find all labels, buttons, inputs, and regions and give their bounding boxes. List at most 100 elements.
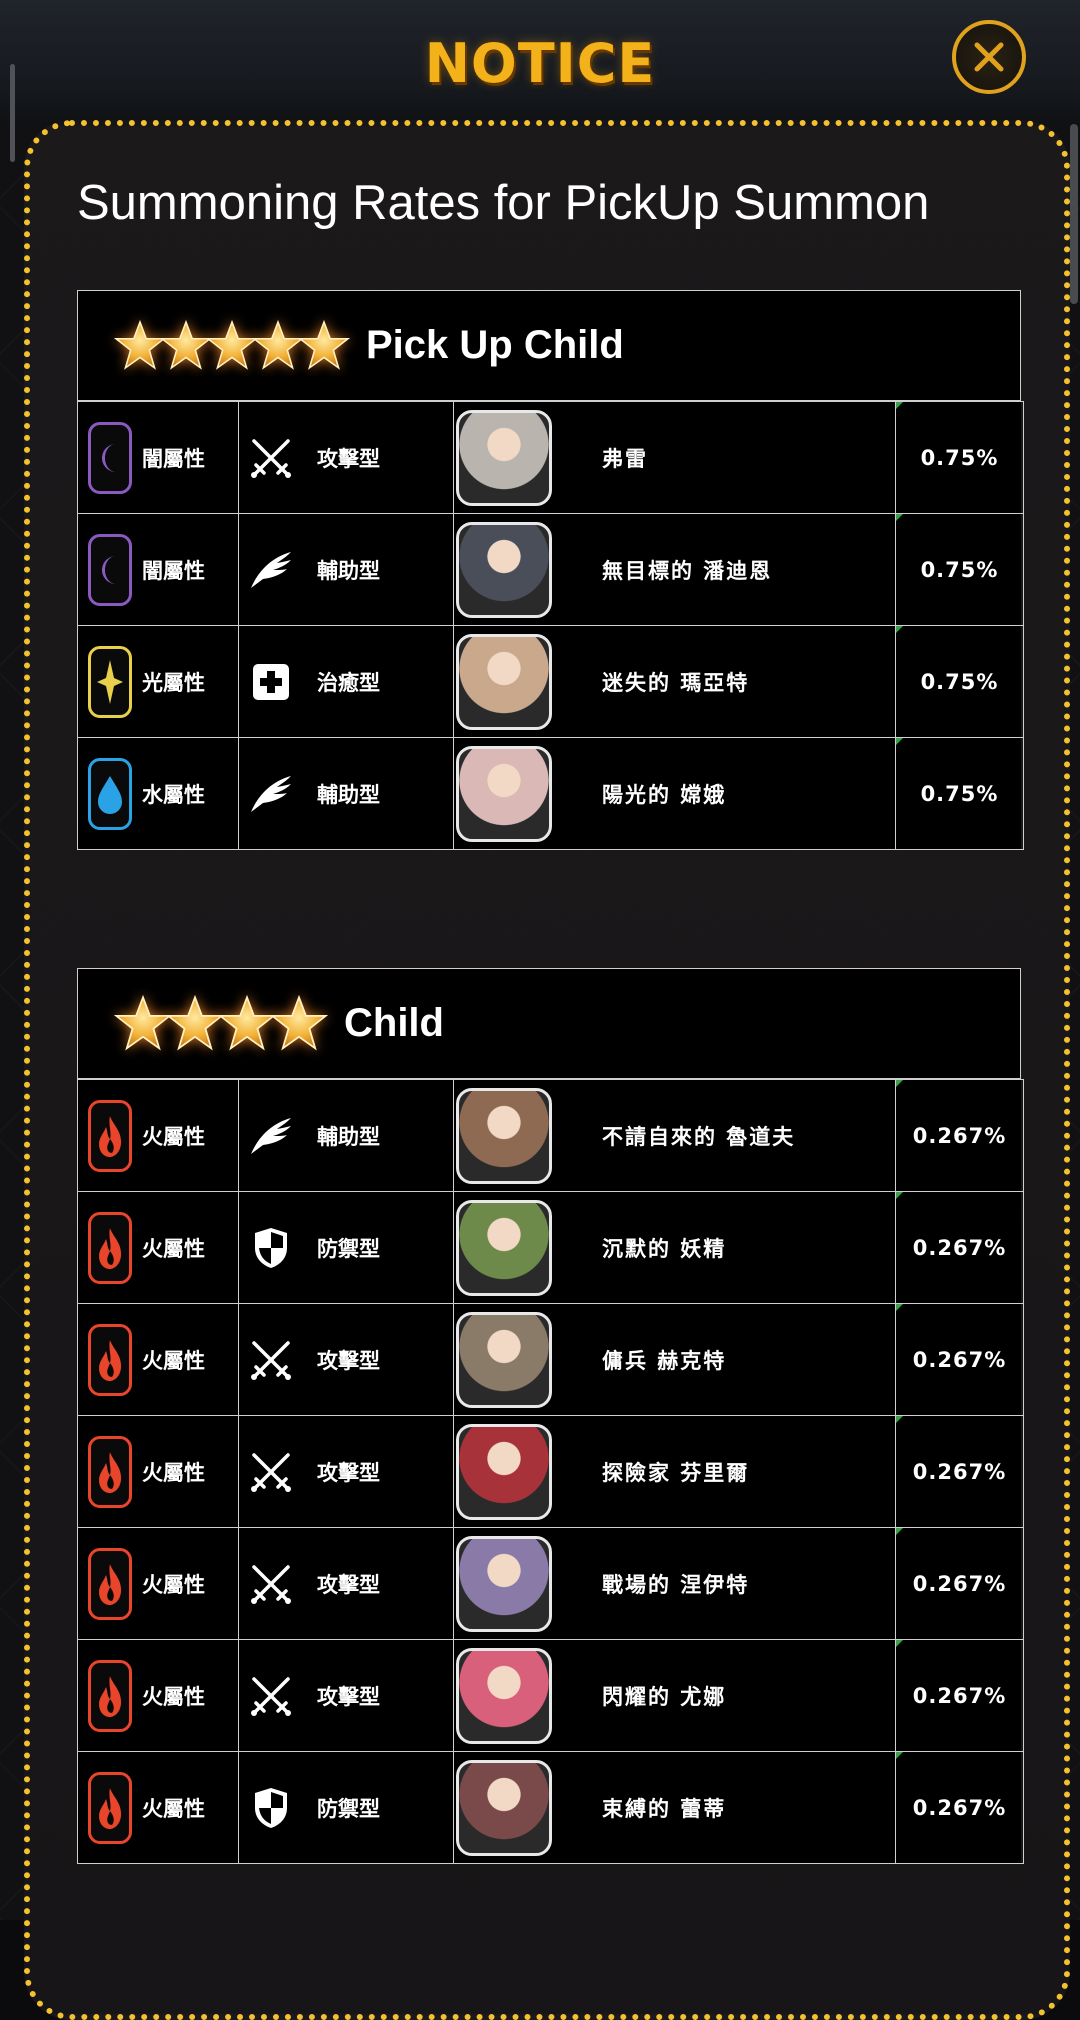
character-name: 探險家 芬里爾 <box>602 1460 750 1485</box>
section-header: Pick Up Child <box>77 290 1021 401</box>
character-cell: 閃耀的 尤娜 <box>453 1639 896 1752</box>
rate-cell: 0.267% <box>895 1415 1024 1528</box>
table-row: 水屬性 輔助型 陽光的 嫦娥 0.75% <box>77 737 1024 850</box>
type-cell: 攻擊型 <box>238 1303 454 1416</box>
attribute-label: 火屬性 <box>142 1572 205 1597</box>
character-cell: 陽光的 嫦娥 <box>453 737 896 850</box>
character-cell: 探險家 芬里爾 <box>453 1415 896 1528</box>
flame-icon <box>88 1211 132 1284</box>
attribute-cell: 火屬性 <box>77 1527 239 1640</box>
rate-value: 0.267% <box>912 1235 1007 1260</box>
star-icon <box>298 319 350 370</box>
type-label: 攻擊型 <box>317 1684 380 1709</box>
rate-cell: 0.75% <box>895 737 1024 850</box>
rate-cell: 0.267% <box>895 1527 1024 1640</box>
character-cell: 無目標的 潘迪恩 <box>453 513 896 626</box>
attribute-cell: 闇屬性 <box>77 401 239 514</box>
character-portrait <box>456 521 552 618</box>
flame-icon <box>88 1435 132 1508</box>
flame-icon <box>88 1547 132 1620</box>
character-cell: 戰場的 涅伊特 <box>453 1527 896 1640</box>
crossed-swords-icon <box>247 1448 295 1496</box>
section-child: Child 火屬性 輔助型 不請自來的 魯道夫 0.267% 火屬性 防禦型 沉… <box>77 968 1024 1864</box>
character-name: 束縛的 蕾蒂 <box>602 1796 727 1821</box>
table-row: 火屬性 攻擊型 閃耀的 尤娜 0.267% <box>77 1639 1024 1752</box>
medical-cross-icon <box>247 658 295 706</box>
rate-value: 0.267% <box>912 1459 1007 1484</box>
character-name: 不請自來的 魯道夫 <box>602 1124 796 1149</box>
rate-value: 0.267% <box>912 1347 1007 1372</box>
table-row: 光屬性 治癒型 迷失的 瑪亞特 0.75% <box>77 625 1024 738</box>
attribute-label: 火屬性 <box>142 1236 205 1261</box>
type-cell: 攻擊型 <box>238 1639 454 1752</box>
rate-value: 0.75% <box>920 557 999 582</box>
star-icon <box>270 994 328 1051</box>
crossed-swords-icon <box>247 1560 295 1608</box>
character-name: 無目標的 潘迪恩 <box>602 558 773 583</box>
cell-marker <box>896 1304 903 1311</box>
type-label: 輔助型 <box>317 782 380 807</box>
character-portrait <box>456 633 552 730</box>
sparkle-icon <box>88 645 132 718</box>
type-label: 輔助型 <box>317 558 380 583</box>
crossed-swords-icon <box>247 1672 295 1720</box>
attribute-label: 火屬性 <box>142 1348 205 1373</box>
character-cell: 傭兵 赫克特 <box>453 1303 896 1416</box>
attribute-cell: 火屬性 <box>77 1303 239 1416</box>
type-cell: 防禦型 <box>238 1751 454 1864</box>
character-portrait <box>456 1647 552 1744</box>
section-header: Child <box>77 968 1021 1079</box>
type-cell: 輔助型 <box>238 737 454 850</box>
character-portrait <box>456 1535 552 1632</box>
character-name: 傭兵 赫克特 <box>602 1348 727 1373</box>
table-row: 火屬性 防禦型 束縛的 蕾蒂 0.267% <box>77 1751 1024 1864</box>
section-title: Child <box>344 1001 444 1045</box>
attribute-cell: 火屬性 <box>77 1415 239 1528</box>
rate-cell: 0.267% <box>895 1079 1024 1192</box>
type-cell: 輔助型 <box>238 513 454 626</box>
type-label: 防禦型 <box>317 1796 380 1821</box>
rate-cell: 0.75% <box>895 513 1024 626</box>
rate-cell: 0.267% <box>895 1751 1024 1864</box>
attribute-cell: 水屬性 <box>77 737 239 850</box>
wing-icon <box>247 546 295 594</box>
cell-marker <box>896 1192 903 1199</box>
rate-value: 0.267% <box>912 1795 1007 1820</box>
rate-cell: 0.75% <box>895 401 1024 514</box>
water-drop-icon <box>88 757 132 830</box>
attribute-cell: 火屬性 <box>77 1079 239 1192</box>
type-label: 攻擊型 <box>317 446 380 471</box>
close-button[interactable] <box>952 20 1026 94</box>
panel-scrollbar[interactable] <box>1070 124 1078 304</box>
flame-icon <box>88 1659 132 1732</box>
character-portrait <box>456 1759 552 1856</box>
star-icon <box>252 319 304 370</box>
rate-cell: 0.75% <box>895 625 1024 738</box>
cell-marker <box>896 626 903 633</box>
character-name: 閃耀的 尤娜 <box>602 1684 727 1709</box>
wing-icon <box>247 770 295 818</box>
section-pickup-child: Pick Up Child 闇屬性 攻擊型 弗雷 0.75% 闇屬性 輔助型 無… <box>77 290 1024 850</box>
section-title: Pick Up Child <box>366 323 624 367</box>
attribute-label: 火屬性 <box>142 1460 205 1485</box>
type-label: 攻擊型 <box>317 1572 380 1597</box>
rate-value: 0.75% <box>920 781 999 806</box>
type-label: 治癒型 <box>317 670 380 695</box>
attribute-label: 水屬性 <box>142 782 205 807</box>
type-label: 輔助型 <box>317 1124 380 1149</box>
table-row: 火屬性 攻擊型 探險家 芬里爾 0.267% <box>77 1415 1024 1528</box>
star-icon <box>114 994 172 1051</box>
table-row: 闇屬性 攻擊型 弗雷 0.75% <box>77 401 1024 514</box>
table-row: 火屬性 攻擊型 戰場的 涅伊特 0.267% <box>77 1527 1024 1640</box>
shield-icon <box>247 1784 295 1832</box>
attribute-label: 火屬性 <box>142 1796 205 1821</box>
moon-icon <box>88 421 132 494</box>
cell-marker <box>896 1528 903 1535</box>
star-icon <box>206 319 258 370</box>
rate-cell: 0.267% <box>895 1639 1024 1752</box>
type-cell: 防禦型 <box>238 1191 454 1304</box>
character-portrait <box>456 745 552 842</box>
rate-cell: 0.267% <box>895 1303 1024 1416</box>
type-label: 防禦型 <box>317 1236 380 1261</box>
crossed-swords-icon <box>247 1336 295 1384</box>
